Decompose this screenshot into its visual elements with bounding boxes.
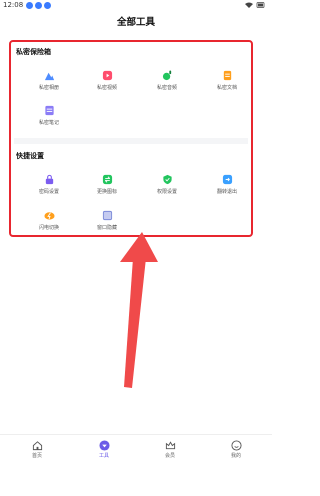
tab-label: 工具 — [98, 453, 109, 459]
tab-label: 我的 — [230, 453, 241, 459]
tab-membership[interactable]: 会员 — [150, 440, 190, 459]
tab-label: 会员 — [164, 453, 175, 459]
tools-icon — [98, 440, 110, 451]
tab-home[interactable]: 首页 — [17, 440, 57, 459]
home-icon — [32, 441, 42, 451]
bottom-tab-bar: 首页 工具 会员 我的 — [0, 434, 272, 496]
crown-icon — [165, 441, 175, 450]
tab-tools[interactable]: 工具 — [84, 440, 124, 459]
profile-icon — [230, 440, 242, 451]
tab-profile[interactable]: 我的 — [216, 440, 256, 459]
tab-label: 首页 — [31, 453, 42, 459]
annotation-arrow — [120, 232, 158, 388]
